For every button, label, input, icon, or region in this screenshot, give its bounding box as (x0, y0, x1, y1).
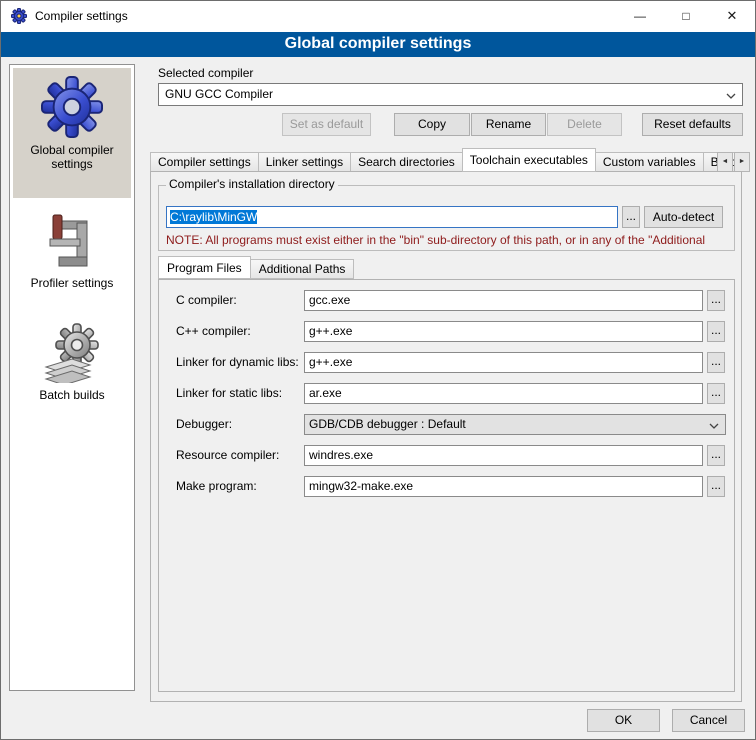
field-label: C compiler: (176, 290, 237, 311)
sidebar-item-profiler-settings[interactable]: Profiler settings (13, 205, 131, 305)
make-program-browse-button[interactable]: ... (707, 476, 725, 497)
field-row-c-compiler: C compiler: gcc.exe ... (158, 290, 735, 312)
chevron-down-icon (709, 423, 719, 429)
field-label: Linker for static libs: (176, 383, 282, 404)
gray-gear-stack-icon (43, 323, 101, 383)
tab-linker-settings[interactable]: Linker settings (259, 152, 351, 172)
c-compiler-input[interactable]: gcc.exe (304, 290, 703, 311)
field-label: Linker for dynamic libs: (176, 352, 299, 373)
sidebar-item-global-compiler-settings[interactable]: Global compiler settings (13, 68, 131, 198)
sidebar-item-label: Batch builds (39, 388, 104, 402)
c-compiler-browse-button[interactable]: ... (707, 290, 725, 311)
installation-directory-browse-button[interactable]: ... (622, 206, 640, 228)
linker-dynamic-input[interactable]: g++.exe (304, 352, 703, 373)
field-row-linker-static: Linker for static libs: ar.exe ... (158, 383, 735, 405)
selected-compiler-label: Selected compiler (158, 66, 253, 80)
resource-compiler-input[interactable]: windres.exe (304, 445, 703, 466)
selected-compiler-select[interactable]: GNU GCC Compiler (158, 83, 743, 106)
cpp-compiler-browse-button[interactable]: ... (707, 321, 725, 342)
reset-defaults-button[interactable]: Reset defaults (642, 113, 743, 136)
make-program-input[interactable]: mingw32-make.exe (304, 476, 703, 497)
ok-button[interactable]: OK (587, 709, 660, 732)
tab-program-files[interactable]: Program Files (158, 256, 251, 279)
linker-dynamic-browse-button[interactable]: ... (707, 352, 725, 373)
tab-additional-paths[interactable]: Additional Paths (251, 259, 355, 279)
rename-button[interactable]: Rename (471, 113, 546, 136)
resource-compiler-browse-button[interactable]: ... (707, 445, 725, 466)
field-row-debugger: Debugger: GDB/CDB debugger : Default (158, 414, 735, 436)
titlebar[interactable]: Compiler settings — □ ✕ (1, 1, 755, 32)
field-row-make-program: Make program: mingw32-make.exe ... (158, 476, 735, 498)
sidebar-item-label: Profiler settings (31, 276, 114, 290)
tab-custom-variables[interactable]: Custom variables (596, 152, 704, 172)
installation-note: NOTE: All programs must exist either in … (166, 233, 738, 247)
sidebar-item-label: Global compiler settings (13, 143, 131, 171)
tab-toolchain-executables[interactable]: Toolchain executables (462, 148, 596, 172)
compiler-settings-dialog: Compiler settings — □ ✕ Global compiler … (0, 0, 756, 740)
auto-detect-button[interactable]: Auto-detect (644, 206, 723, 228)
tab-scroll-left-icon[interactable]: ◄ (717, 152, 733, 172)
selected-compiler-value: GNU GCC Compiler (165, 87, 273, 101)
window-title: Compiler settings (35, 1, 128, 32)
field-label: Make program: (176, 476, 257, 497)
field-label: Debugger: (176, 414, 232, 435)
blue-gear-icon (41, 76, 103, 138)
delete-button: Delete (547, 113, 622, 136)
set-as-default-button: Set as default (282, 113, 371, 136)
debugger-value: GDB/CDB debugger : Default (309, 417, 466, 431)
field-row-cpp-compiler: C++ compiler: g++.exe ... (158, 321, 735, 343)
cpp-compiler-input[interactable]: g++.exe (304, 321, 703, 342)
installation-directory-group-title: Compiler's installation directory (166, 177, 338, 191)
clamp-tool-icon (47, 213, 97, 271)
cancel-button[interactable]: Cancel (672, 709, 745, 732)
tab-search-directories[interactable]: Search directories (351, 152, 463, 172)
field-row-resource-compiler: Resource compiler: windres.exe ... (158, 445, 735, 467)
app-icon (11, 8, 27, 24)
tab-compiler-settings[interactable]: Compiler settings (150, 152, 259, 172)
sidebar-item-batch-builds[interactable]: Batch builds (13, 315, 131, 427)
field-label: C++ compiler: (176, 321, 251, 342)
chevron-down-icon (726, 93, 736, 99)
minimize-button[interactable]: — (617, 1, 663, 32)
installation-directory-input[interactable]: C:\raylib\MinGW (166, 206, 618, 228)
debugger-select[interactable]: GDB/CDB debugger : Default (304, 414, 726, 435)
page-title: Global compiler settings (285, 35, 472, 52)
linker-static-input[interactable]: ar.exe (304, 383, 703, 404)
linker-static-browse-button[interactable]: ... (707, 383, 725, 404)
settings-sidebar: Global compiler settings Profiler settin… (9, 64, 135, 691)
tab-scroll-right-icon[interactable]: ► (734, 152, 750, 172)
close-button[interactable]: ✕ (709, 1, 755, 32)
copy-button[interactable]: Copy (394, 113, 470, 136)
field-row-linker-dynamic: Linker for dynamic libs: g++.exe ... (158, 352, 735, 374)
settings-tab-strip: Compiler settings Linker settings Search… (150, 148, 745, 172)
program-files-tab-strip: Program Files Additional Paths (158, 256, 354, 279)
dialog-header: Global compiler settings (1, 32, 755, 57)
maximize-button[interactable]: □ (663, 1, 709, 32)
field-label: Resource compiler: (176, 445, 279, 466)
installation-directory-value: C:\raylib\MinGW (170, 210, 257, 224)
